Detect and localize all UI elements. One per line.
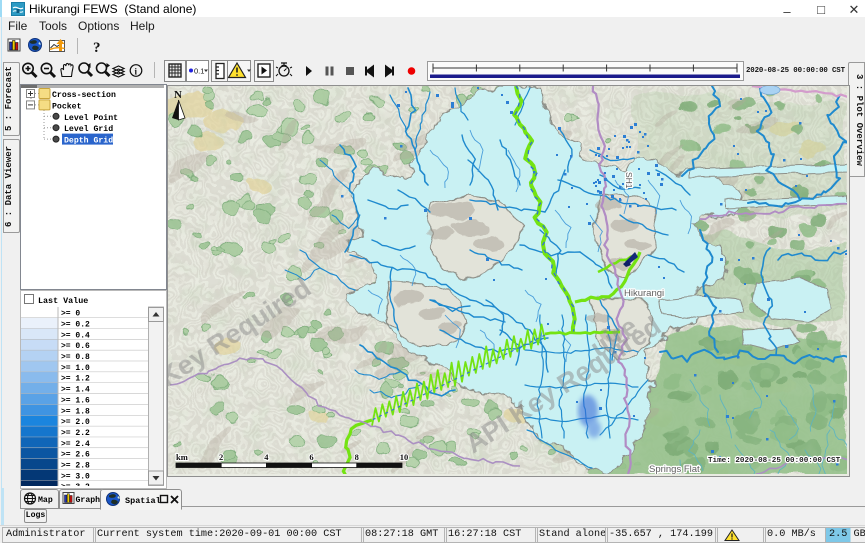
svg-text:>= 1.6: >= 1.6 — [61, 396, 90, 405]
svg-text:?: ? — [93, 40, 101, 56]
svg-text:Pocket: Pocket — [52, 101, 82, 111]
svg-text:>= 3.0: >= 3.0 — [61, 472, 90, 481]
svg-text:0.1: 0.1 — [194, 67, 204, 76]
svg-text:>= 1.8: >= 1.8 — [61, 407, 90, 416]
svg-text:Springs Flat: Springs Flat — [649, 464, 700, 474]
svg-text:>= 2.6: >= 2.6 — [61, 451, 90, 460]
svg-text:Cross-section: Cross-section — [52, 90, 116, 100]
svg-text:>= 0.4: >= 0.4 — [61, 331, 90, 340]
svg-text:2020-08-25 00:00:00 CST: 2020-08-25 00:00:00 CST — [746, 67, 846, 75]
svg-text:SH1: SH1 — [624, 172, 634, 189]
svg-text:>= 2.4: >= 2.4 — [61, 440, 90, 449]
svg-text:>= 0: >= 0 — [61, 310, 80, 319]
svg-text:2: 2 — [219, 452, 223, 462]
svg-text:Depth Grid: Depth Grid — [64, 136, 113, 146]
svg-text:Hikurangi: Hikurangi — [624, 288, 664, 299]
svg-text:Graph: Graph — [76, 495, 101, 505]
svg-text:N: N — [174, 89, 182, 101]
svg-text:Spatial: Spatial — [125, 496, 161, 506]
svg-text:6: 6 — [309, 452, 313, 462]
svg-text:>= 0.8: >= 0.8 — [61, 353, 90, 362]
svg-text:>= 1.4: >= 1.4 — [61, 386, 90, 395]
svg-text:Level Point: Level Point — [64, 113, 118, 123]
svg-text:>= 2.2: >= 2.2 — [61, 429, 90, 438]
svg-text:4: 4 — [264, 452, 269, 462]
svg-text:>= 1.2: >= 1.2 — [61, 375, 90, 384]
svg-text:>= 3.2: >= 3.2 — [61, 483, 90, 486]
svg-text:Map: Map — [38, 496, 53, 505]
svg-text:10: 10 — [400, 452, 409, 462]
svg-text:>= 0.2: >= 0.2 — [61, 320, 90, 329]
svg-text:Level Grid: Level Grid — [64, 124, 113, 134]
svg-text:i: i — [135, 67, 138, 77]
svg-text:>= 2.8: >= 2.8 — [61, 462, 90, 471]
svg-text:Last Value: Last Value — [38, 296, 88, 306]
svg-text:>= 0.6: >= 0.6 — [61, 342, 90, 351]
svg-text:8: 8 — [355, 452, 359, 462]
svg-text:>= 2.0: >= 2.0 — [61, 418, 90, 427]
svg-text:Time: 2020-08-25 00:00:00 CST: Time: 2020-08-25 00:00:00 CST — [708, 457, 841, 465]
svg-text:>= 1.0: >= 1.0 — [61, 364, 90, 373]
svg-text:km: km — [176, 452, 188, 462]
